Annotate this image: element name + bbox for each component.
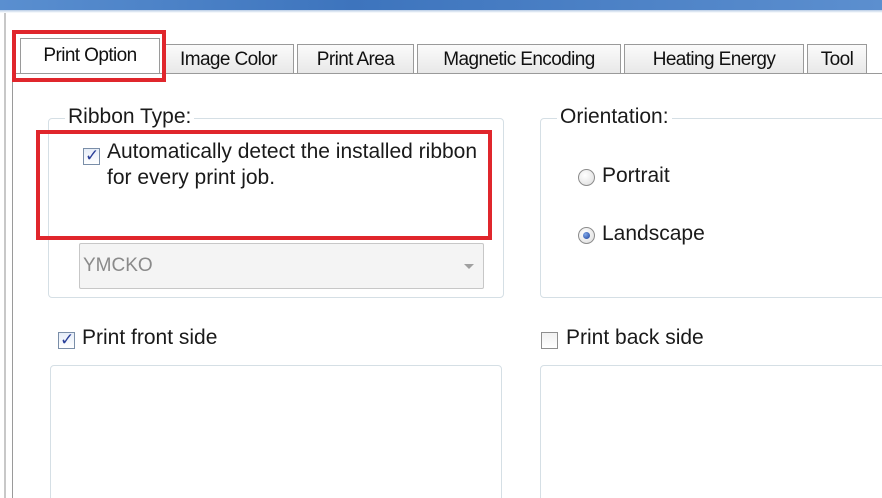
print-back-label: Print back side [566, 326, 704, 349]
radio-dot-icon [583, 232, 590, 239]
tab-panel-top-border [12, 73, 882, 74]
back-side-panel [540, 365, 882, 498]
ribbon-type-select: YMCKO [79, 243, 484, 289]
tab-image-color[interactable]: Image Color [163, 44, 294, 73]
ribbon-type-select-value: YMCKO [83, 255, 153, 276]
title-bar [0, 0, 882, 10]
checkmark-icon: ✓ [60, 330, 75, 350]
tab-heating-energy[interactable]: Heating Energy [624, 44, 804, 73]
landscape-label: Landscape [602, 222, 705, 245]
print-front-label: Print front side [82, 326, 218, 349]
radio-portrait[interactable] [578, 169, 595, 186]
orientation-legend: Orientation: [557, 105, 672, 129]
auto-detect-checkbox[interactable]: ✓ [83, 146, 100, 166]
ribbon-type-legend: Ribbon Type: [65, 105, 195, 129]
auto-detect-label: Automatically detect the installed ribbo… [107, 140, 478, 189]
title-bar-shadow [0, 10, 882, 13]
tab-print-area[interactable]: Print Area [297, 44, 414, 73]
window-left-border [4, 13, 6, 498]
checkmark-icon: ✓ [85, 146, 100, 166]
orientation-group: Orientation: [540, 105, 882, 298]
radio-landscape[interactable] [578, 227, 595, 244]
print-back-checkbox[interactable] [541, 332, 558, 349]
front-side-panel [50, 365, 502, 498]
portrait-label: Portrait [602, 164, 670, 187]
tab-print-option[interactable]: Print Option [20, 38, 160, 73]
dialog-window: Print Option Image Color Print Area Magn… [0, 0, 882, 498]
tab-magnetic-encoding[interactable]: Magnetic Encoding [417, 44, 621, 73]
print-front-checkbox[interactable]: ✓ [58, 330, 75, 350]
tab-panel-left-border [12, 73, 13, 498]
chevron-down-icon [464, 264, 474, 269]
tab-tool[interactable]: Tool [807, 44, 867, 73]
